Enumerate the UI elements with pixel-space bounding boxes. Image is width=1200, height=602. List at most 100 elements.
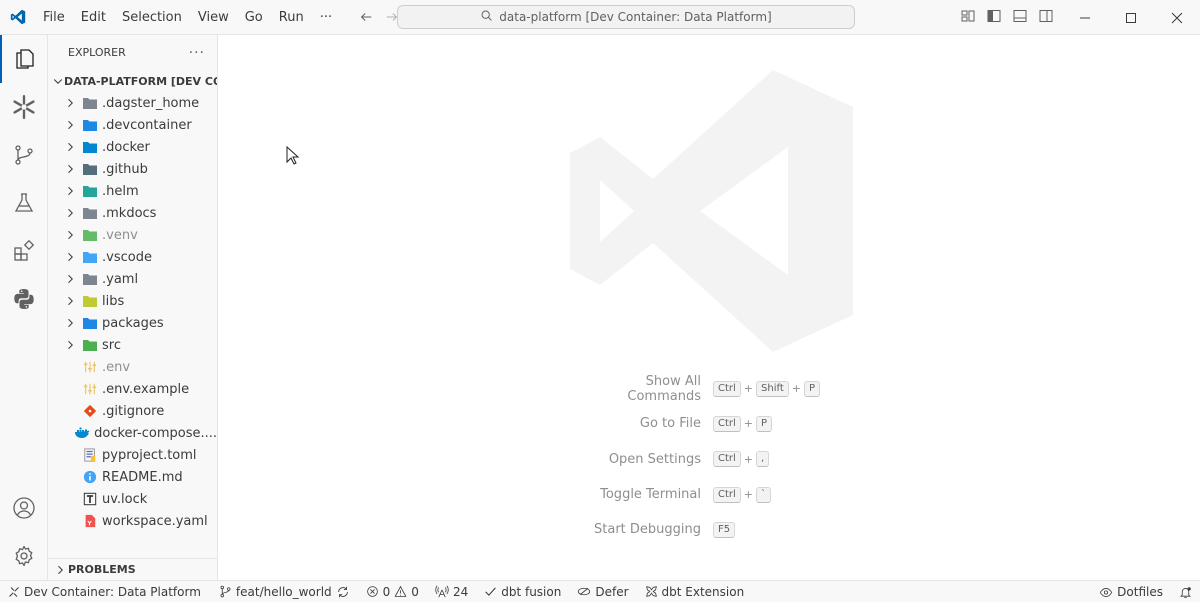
branch-label: feat/hello_world [235, 584, 332, 599]
source-control-icon[interactable] [0, 131, 48, 179]
tree-folder-mkdocs[interactable]: .mkdocs [48, 202, 217, 224]
key-separator: + [743, 488, 754, 502]
tree-folder-dagster-home[interactable]: .dagster_home [48, 92, 217, 114]
dbt-extension-indicator[interactable]: dbt Extension [637, 581, 753, 602]
keybinding-key: Ctrl [713, 380, 741, 397]
snowflake-icon[interactable] [0, 83, 48, 131]
env-file-icon [82, 381, 98, 397]
tree-file-gitignore[interactable]: .gitignore [48, 400, 217, 422]
problems-section-header[interactable]: PROBLEMS [48, 558, 217, 580]
menu-item-go[interactable]: Go [237, 0, 271, 35]
folder-github-icon [82, 161, 98, 177]
file-name: .env.example [102, 381, 190, 397]
tree-folder-packages[interactable]: packages [48, 312, 217, 334]
more-actions-icon[interactable]: ··· [189, 45, 205, 61]
folder-name: .devcontainer [102, 117, 192, 133]
editor-area: Show All Commands Ctrl + Shift + P Go to File C… [218, 35, 1200, 580]
key-separator: + [743, 452, 754, 466]
toggle-secondary-sidebar-icon[interactable] [1038, 8, 1054, 24]
dbt-fusion-indicator[interactable]: dbt fusion [476, 581, 569, 602]
shortcut-row[interactable]: Go to File Ctrl + P [578, 406, 820, 441]
warning-icon [394, 585, 407, 597]
command-center-text: data-platform [Dev Container: Data Platf… [499, 10, 772, 24]
chevron-right-icon [62, 339, 78, 351]
tree-file-workspace-yaml[interactable]: workspace.yaml [48, 510, 217, 532]
back-arrow-icon[interactable] [358, 9, 374, 25]
minimize-icon[interactable] [1062, 0, 1108, 35]
explorer-title: EXPLORER [68, 46, 126, 59]
tree-file-pyproject-toml[interactable]: pyproject.toml [48, 444, 217, 466]
tree-folder-helm[interactable]: .helm [48, 180, 217, 202]
folder-vscode-icon [82, 249, 98, 265]
dbt-icon [645, 586, 657, 597]
folder-devcontainer-icon [82, 117, 98, 133]
folder-name: .dagster_home [102, 95, 200, 111]
search-icon [480, 9, 493, 25]
toggle-panel-icon[interactable] [1012, 8, 1028, 24]
shortcut-row[interactable]: Show All Commands Ctrl + Shift + P [578, 371, 820, 406]
tree-file-uv-lock[interactable]: uv.lock [48, 488, 217, 510]
tree-file-docker-compose-[interactable]: docker-compose.... [48, 422, 217, 444]
problems-indicator[interactable]: 0 0 [358, 581, 427, 602]
dotfiles-indicator[interactable]: Dotfiles [1091, 581, 1171, 602]
activity-bar [0, 35, 48, 580]
tree-file-env-example[interactable]: .env.example [48, 378, 217, 400]
folder-name: .venv [102, 227, 138, 243]
defer-indicator[interactable]: Defer [569, 581, 636, 602]
remote-indicator[interactable]: Dev Container: Data Platform [0, 581, 209, 602]
tree-folder-libs[interactable]: libs [48, 290, 217, 312]
key-separator: + [743, 382, 754, 396]
chevron-right-icon [62, 97, 78, 109]
remote-icon [9, 586, 19, 597]
tree-file-env[interactable]: .env [48, 356, 217, 378]
docker-file-icon [74, 425, 90, 441]
defer-icon [578, 587, 591, 596]
python-icon[interactable] [0, 275, 48, 323]
customize-layout-icon[interactable] [960, 8, 976, 24]
dotfiles-label: Dotfiles [1117, 585, 1163, 599]
shortcut-row[interactable]: Toggle Terminal Ctrl + ` [578, 477, 820, 512]
chevron-right-icon [62, 273, 78, 285]
chevron-down-icon [52, 75, 64, 87]
key-separator: + [743, 417, 754, 431]
folder-icon [82, 95, 98, 111]
menu-item-run[interactable]: Run [271, 0, 312, 35]
key-separator: + [791, 382, 801, 396]
maximize-icon[interactable] [1108, 0, 1154, 35]
tree-folder-devcontainer[interactable]: .devcontainer [48, 114, 217, 136]
file-name: uv.lock [102, 491, 148, 507]
menu-item-more[interactable]: ··· [312, 0, 340, 35]
shortcut-row[interactable]: Open Settings Ctrl +, [578, 442, 820, 477]
menu-item-file[interactable]: File [35, 0, 73, 35]
lock-file-icon [82, 491, 98, 507]
tree-folder-docker[interactable]: .docker [48, 136, 217, 158]
folder-name: .docker [102, 139, 150, 155]
accounts-icon[interactable] [0, 484, 48, 532]
command-center-search[interactable]: data-platform [Dev Container: Data Platf… [397, 5, 855, 29]
toggle-primary-sidebar-icon[interactable] [986, 8, 1002, 24]
file-name: .gitignore [102, 403, 165, 419]
tree-folder-venv[interactable]: .venv [48, 224, 217, 246]
testing-icon[interactable] [0, 179, 48, 227]
menu-item-view[interactable]: View [190, 0, 237, 35]
branch-indicator[interactable]: feat/hello_world [211, 581, 358, 602]
close-icon[interactable] [1154, 0, 1200, 35]
tree-folder-github[interactable]: .github [48, 158, 217, 180]
ports-indicator[interactable]: 24 [427, 581, 476, 602]
tree-folder-vscode[interactable]: .vscode [48, 246, 217, 268]
workspace-folder-header[interactable]: DATA-PLATFORM [DEV CO... [48, 70, 217, 92]
menu-item-edit[interactable]: Edit [73, 0, 114, 35]
explorer-icon[interactable] [0, 35, 48, 83]
menu-bar: File Edit Selection View Go Run ··· [35, 0, 340, 35]
workspace-name: DATA-PLATFORM [DEV CO... [64, 74, 217, 88]
tree-folder-src[interactable]: src [48, 334, 217, 356]
error-count: 0 [382, 584, 391, 599]
settings-gear-icon[interactable] [0, 532, 48, 580]
shortcut-row[interactable]: Start Debugging F5 [578, 512, 820, 547]
menu-item-selection[interactable]: Selection [114, 0, 190, 35]
tree-folder-yaml[interactable]: .yaml [48, 268, 217, 290]
notifications-icon[interactable] [1171, 581, 1200, 602]
ports-count: 24 [452, 584, 469, 599]
extensions-icon[interactable] [0, 227, 48, 275]
tree-file-README-md[interactable]: README.md [48, 466, 217, 488]
